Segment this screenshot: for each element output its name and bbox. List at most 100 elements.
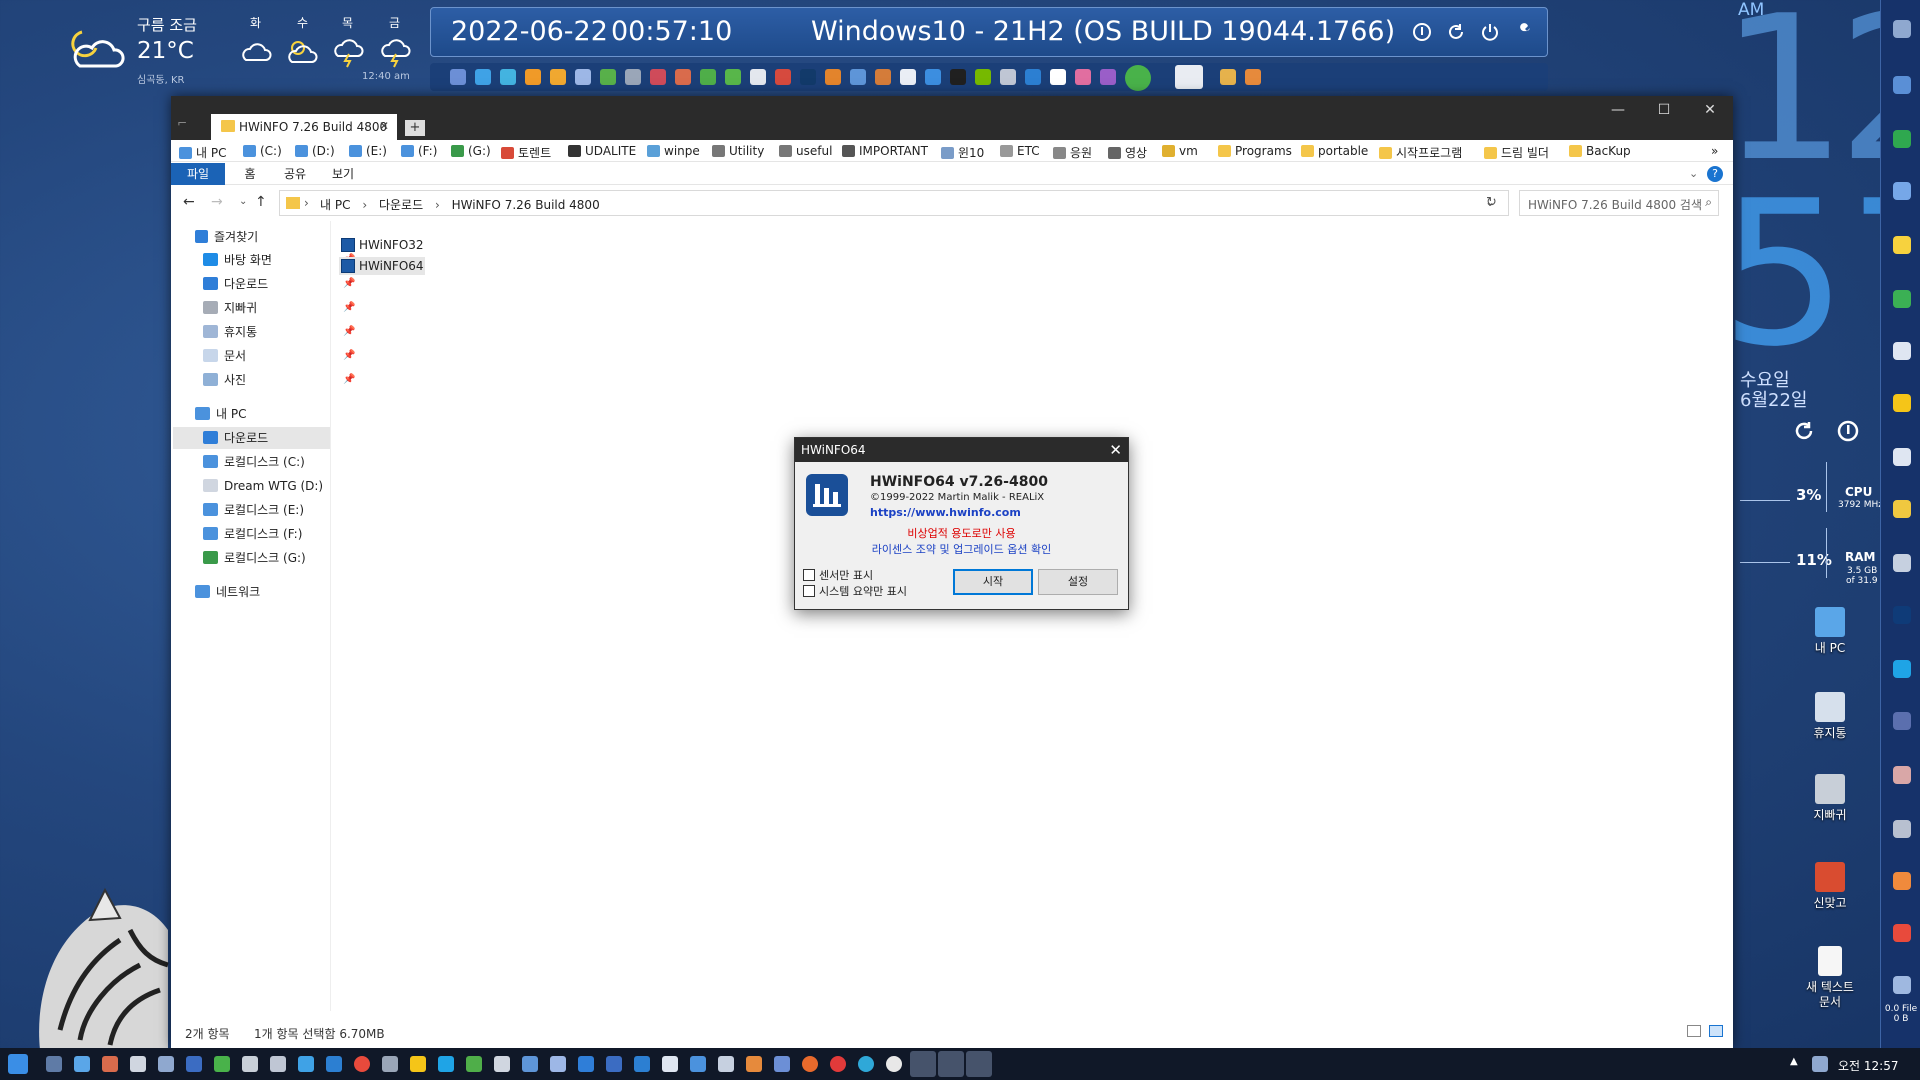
app-icon[interactable] xyxy=(1893,130,1911,148)
app-icon[interactable] xyxy=(900,69,916,85)
nav-item[interactable]: 로컬디스크 (G:) xyxy=(203,547,306,569)
up-arrow-icon[interactable]: ↑ xyxy=(255,194,267,210)
taskbar-clock[interactable]: 오전 12:57 xyxy=(1838,1057,1898,1074)
new-tab-button[interactable]: + xyxy=(405,120,425,136)
nav-item[interactable]: 사진 📌 xyxy=(203,369,355,391)
favorite-item[interactable]: 응원 xyxy=(1053,144,1092,161)
app-icon[interactable] xyxy=(270,1056,286,1072)
details-view-icon[interactable] xyxy=(1687,1025,1701,1037)
app-icon[interactable] xyxy=(298,1056,314,1072)
nav-item-selected[interactable]: 다운로드 xyxy=(173,427,330,449)
app-icon[interactable] xyxy=(1893,76,1911,94)
app-icon[interactable] xyxy=(600,69,616,85)
favorite-item[interactable]: vm xyxy=(1162,144,1198,158)
nav-item[interactable]: 로컬디스크 (E:) xyxy=(203,499,304,521)
ribbon-expand-icon[interactable]: ⌄ xyxy=(1689,167,1698,180)
info-icon[interactable] xyxy=(1409,19,1435,45)
app-icon[interactable] xyxy=(578,1056,594,1072)
favorite-item[interactable]: 토렌트 xyxy=(501,144,551,161)
app-icon[interactable] xyxy=(575,69,591,85)
large-icons-view-icon[interactable] xyxy=(1709,1025,1723,1037)
nav-quick-access[interactable]: 즐겨찾기 xyxy=(195,226,258,248)
hwinfo-icon[interactable] xyxy=(966,1051,992,1077)
photoshop-icon[interactable] xyxy=(1893,606,1911,624)
app-icon[interactable] xyxy=(750,69,766,85)
settings-button[interactable]: 설정 xyxy=(1038,569,1118,595)
app-icon[interactable] xyxy=(46,1056,62,1072)
desktop-icon-thrush[interactable]: 지빠귀 xyxy=(1790,774,1870,823)
back-arrow-icon[interactable]: ← xyxy=(183,194,195,210)
app-icon[interactable] xyxy=(700,69,716,85)
windows-icon[interactable] xyxy=(438,1056,454,1072)
favorite-item[interactable]: (F:) xyxy=(401,144,437,158)
app-icon[interactable] xyxy=(634,1056,650,1072)
app-icon[interactable] xyxy=(382,1056,398,1072)
search-input[interactable]: HWiNFO 7.26 Build 4800 검색 ⌕ xyxy=(1519,190,1719,216)
app-icon[interactable] xyxy=(975,69,991,85)
favorite-item[interactable]: UDALITE xyxy=(568,144,636,158)
app-icon[interactable] xyxy=(662,1056,678,1072)
gear-icon[interactable] xyxy=(130,1056,146,1072)
summary-only-checkbox[interactable]: 시스템 요약만 표시 xyxy=(803,583,907,599)
app-icon[interactable] xyxy=(775,69,791,85)
app-icon[interactable] xyxy=(550,69,566,85)
app-icon[interactable] xyxy=(158,1056,174,1072)
app-icon[interactable] xyxy=(690,1056,706,1072)
more-chevron-icon[interactable]: » xyxy=(1711,144,1718,158)
explorer-taskbar-icon[interactable] xyxy=(910,1051,936,1077)
app-icon[interactable] xyxy=(475,69,491,85)
tab-view[interactable]: 보기 xyxy=(323,163,363,185)
app-icon[interactable] xyxy=(494,1056,510,1072)
breadcrumb-current[interactable]: HWiNFO 7.26 Build 4800 xyxy=(452,198,600,212)
info-icon[interactable] xyxy=(1836,419,1860,446)
file-item-selected[interactable]: HWiNFO64 xyxy=(339,257,425,275)
power-icon[interactable] xyxy=(1477,19,1503,45)
nav-item[interactable]: 바탕 화면📌 xyxy=(203,249,355,271)
app-icon[interactable] xyxy=(522,1056,538,1072)
app-icon[interactable] xyxy=(1100,69,1116,85)
app-icon[interactable] xyxy=(1893,766,1911,784)
app-icon[interactable] xyxy=(650,69,666,85)
app-icon[interactable] xyxy=(950,69,966,85)
nav-my-pc[interactable]: 내 PC xyxy=(195,403,246,425)
nav-item[interactable]: 휴지통 📌 xyxy=(203,321,355,343)
favorite-item[interactable]: 드림 빌더 xyxy=(1484,144,1549,161)
app-icon[interactable] xyxy=(825,69,841,85)
recent-chevron-icon[interactable]: ⌄ xyxy=(239,196,247,207)
app-icon[interactable] xyxy=(1125,65,1151,91)
favorite-item[interactable]: (D:) xyxy=(295,144,335,158)
nav-item[interactable]: 로컬디스크 (C:) xyxy=(203,451,305,473)
app-icon[interactable] xyxy=(675,69,691,85)
nav-item[interactable]: 다운로드 📌 xyxy=(203,273,355,295)
app-icon[interactable] xyxy=(1893,872,1911,890)
app-icon[interactable] xyxy=(1893,924,1911,942)
chat-icon[interactable] xyxy=(1893,236,1911,254)
file-item[interactable]: HWiNFO32 xyxy=(339,236,424,254)
app-icon[interactable] xyxy=(1893,20,1911,38)
start-button[interactable]: 시작 xyxy=(953,569,1033,595)
app-icon[interactable] xyxy=(625,69,641,85)
app-icon[interactable] xyxy=(1075,69,1091,85)
app-icon[interactable] xyxy=(74,1056,90,1072)
play-icon[interactable] xyxy=(1893,394,1911,412)
favorite-item[interactable]: portable xyxy=(1301,144,1368,158)
breadcrumb-downloads[interactable]: 다운로드 xyxy=(379,198,423,212)
tab-home[interactable]: 홈 xyxy=(235,163,265,185)
nav-item[interactable]: 로컬디스크 (F:) xyxy=(203,523,302,545)
app-icon[interactable] xyxy=(1893,290,1911,308)
close-button[interactable]: ✕ xyxy=(1687,96,1733,124)
network-icon[interactable] xyxy=(1812,1056,1828,1072)
favorite-item[interactable]: (E:) xyxy=(349,144,387,158)
app-icon[interactable] xyxy=(1025,69,1041,85)
gear-icon[interactable] xyxy=(1893,554,1911,572)
start-icon[interactable] xyxy=(8,1054,28,1074)
app-icon[interactable] xyxy=(774,1056,790,1072)
favorite-item[interactable]: 윈10 xyxy=(941,144,984,161)
desktop-icon-recycle-bin[interactable]: 휴지통 xyxy=(1790,692,1870,741)
app-icon[interactable] xyxy=(466,1056,482,1072)
app-icon[interactable] xyxy=(925,69,941,85)
app-icon[interactable] xyxy=(1893,182,1911,200)
nav-network[interactable]: 네트워크 xyxy=(195,581,260,603)
app-icon[interactable] xyxy=(102,1056,118,1072)
restart-icon[interactable] xyxy=(1792,419,1816,446)
